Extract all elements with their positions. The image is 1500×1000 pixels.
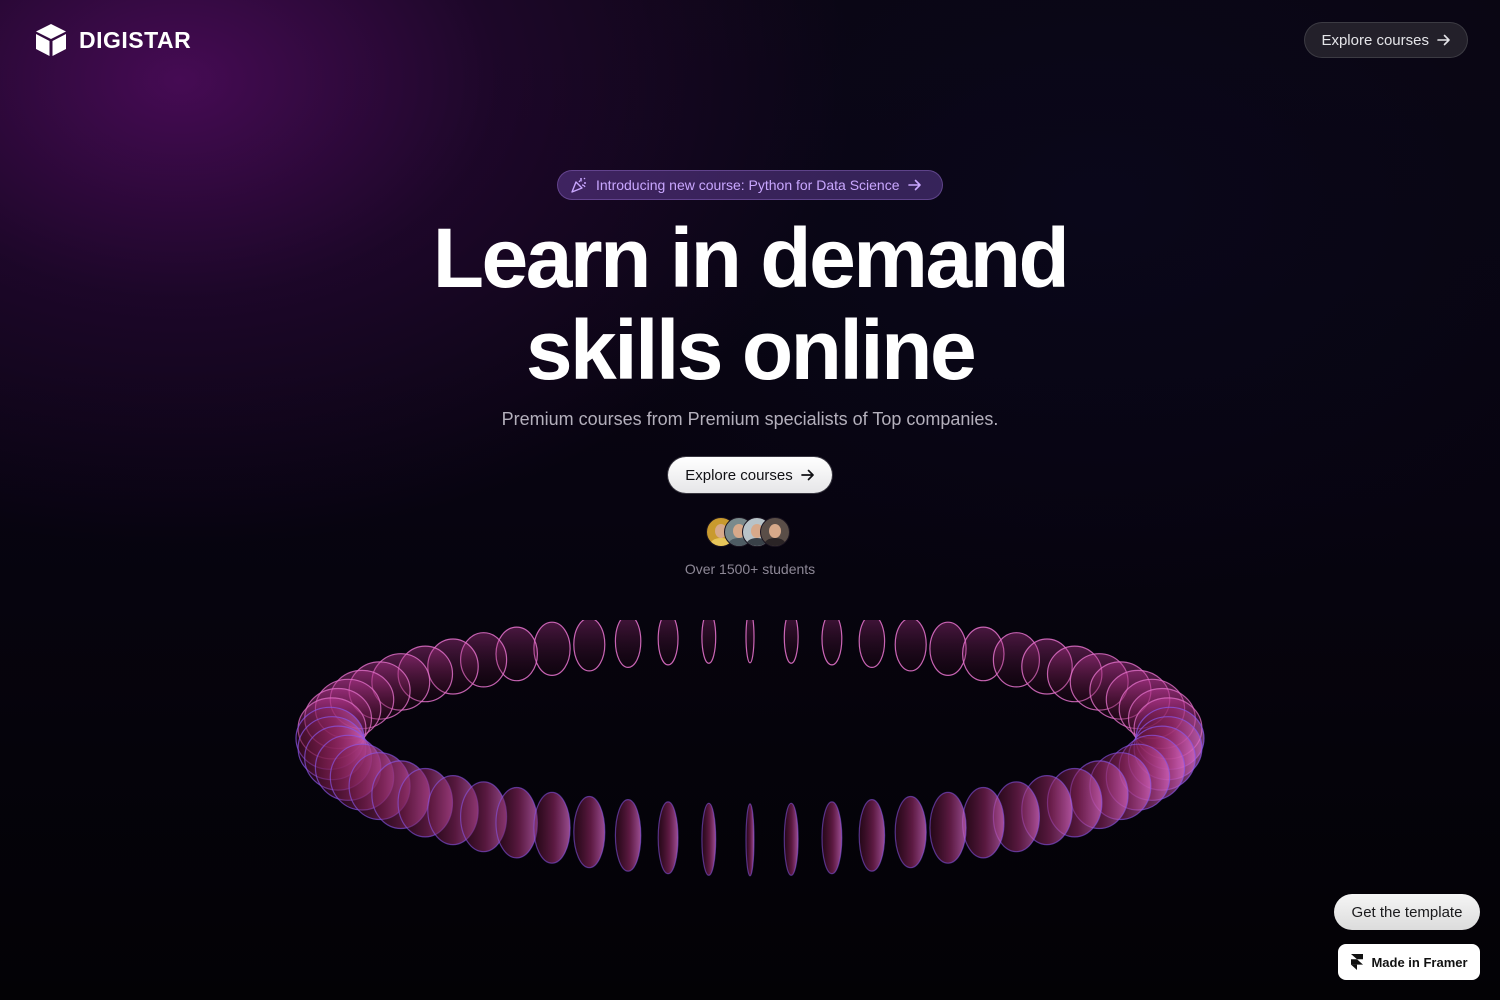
ring-fin: [573, 620, 606, 672]
ring-fin: [701, 802, 717, 876]
ring-fin: [533, 791, 571, 864]
made-in-framer-badge[interactable]: Made in Framer: [1338, 944, 1480, 980]
headline-line-1: Learn in demand: [432, 211, 1070, 305]
ring-fin: [929, 791, 967, 864]
get-template-button[interactable]: Get the template: [1334, 894, 1480, 930]
ring-fins: [295, 620, 1205, 877]
explore-courses-nav-label: Explore courses: [1321, 31, 1429, 49]
ring-fin: [894, 620, 927, 672]
ring-fin: [929, 621, 967, 676]
sparkle-party-icon: [571, 177, 586, 193]
page-title: Learn in demand skills online: [0, 212, 1500, 396]
brand-name: DIGISTAR: [79, 26, 192, 53]
arrow-right-icon: [907, 179, 921, 191]
cube-icon: [36, 24, 66, 56]
ring-fin: [783, 802, 799, 876]
avatar-body: [764, 538, 786, 546]
made-in-framer-label: Made in Framer: [1371, 954, 1468, 970]
student-avatar-4: [760, 517, 790, 547]
ring-fin: [657, 620, 679, 666]
ring-fin: [783, 620, 799, 664]
ring-fin: [745, 803, 755, 877]
hero-subtitle: Premium courses from Premium specialists…: [501, 409, 999, 429]
students-count: Over 1500+ students: [684, 561, 816, 577]
decorative-ring-graphic: [295, 620, 1205, 877]
get-template-label: Get the template: [1351, 903, 1463, 921]
ring-fin: [614, 620, 642, 668]
ring-fin: [821, 801, 843, 875]
ring-fin: [614, 798, 642, 872]
ring-fin: [961, 786, 1005, 859]
arrow-right-icon: [1437, 34, 1450, 46]
framer-logo-icon: [1351, 954, 1364, 970]
ring-fin: [573, 795, 606, 869]
explore-courses-cta-button[interactable]: Explore courses: [668, 457, 832, 493]
brand-logo[interactable]: DIGISTAR: [33, 22, 191, 58]
ring-fin: [495, 786, 539, 859]
headline-line-2: skills online: [525, 303, 977, 397]
explore-courses-cta-label: Explore courses: [685, 466, 793, 484]
ring-fin: [858, 798, 886, 872]
arrow-right-icon: [800, 469, 814, 481]
avatar-face: [769, 524, 781, 538]
ring-fin: [701, 620, 717, 664]
landing-page: DIGISTAR Explore courses Introducing new…: [0, 0, 1500, 1000]
ring-fin: [657, 801, 679, 875]
student-avatars: [706, 517, 790, 549]
ring-fin: [894, 795, 927, 869]
ring-fin: [821, 620, 843, 666]
new-course-announcement[interactable]: Introducing new course: Python for Data …: [557, 170, 943, 200]
ring-fin: [745, 620, 755, 664]
explore-courses-nav-button[interactable]: Explore courses: [1304, 22, 1468, 58]
ring-fin: [533, 621, 571, 676]
announcement-text: Introducing new course: Python for Data …: [596, 177, 900, 193]
ring-fin: [858, 620, 886, 668]
